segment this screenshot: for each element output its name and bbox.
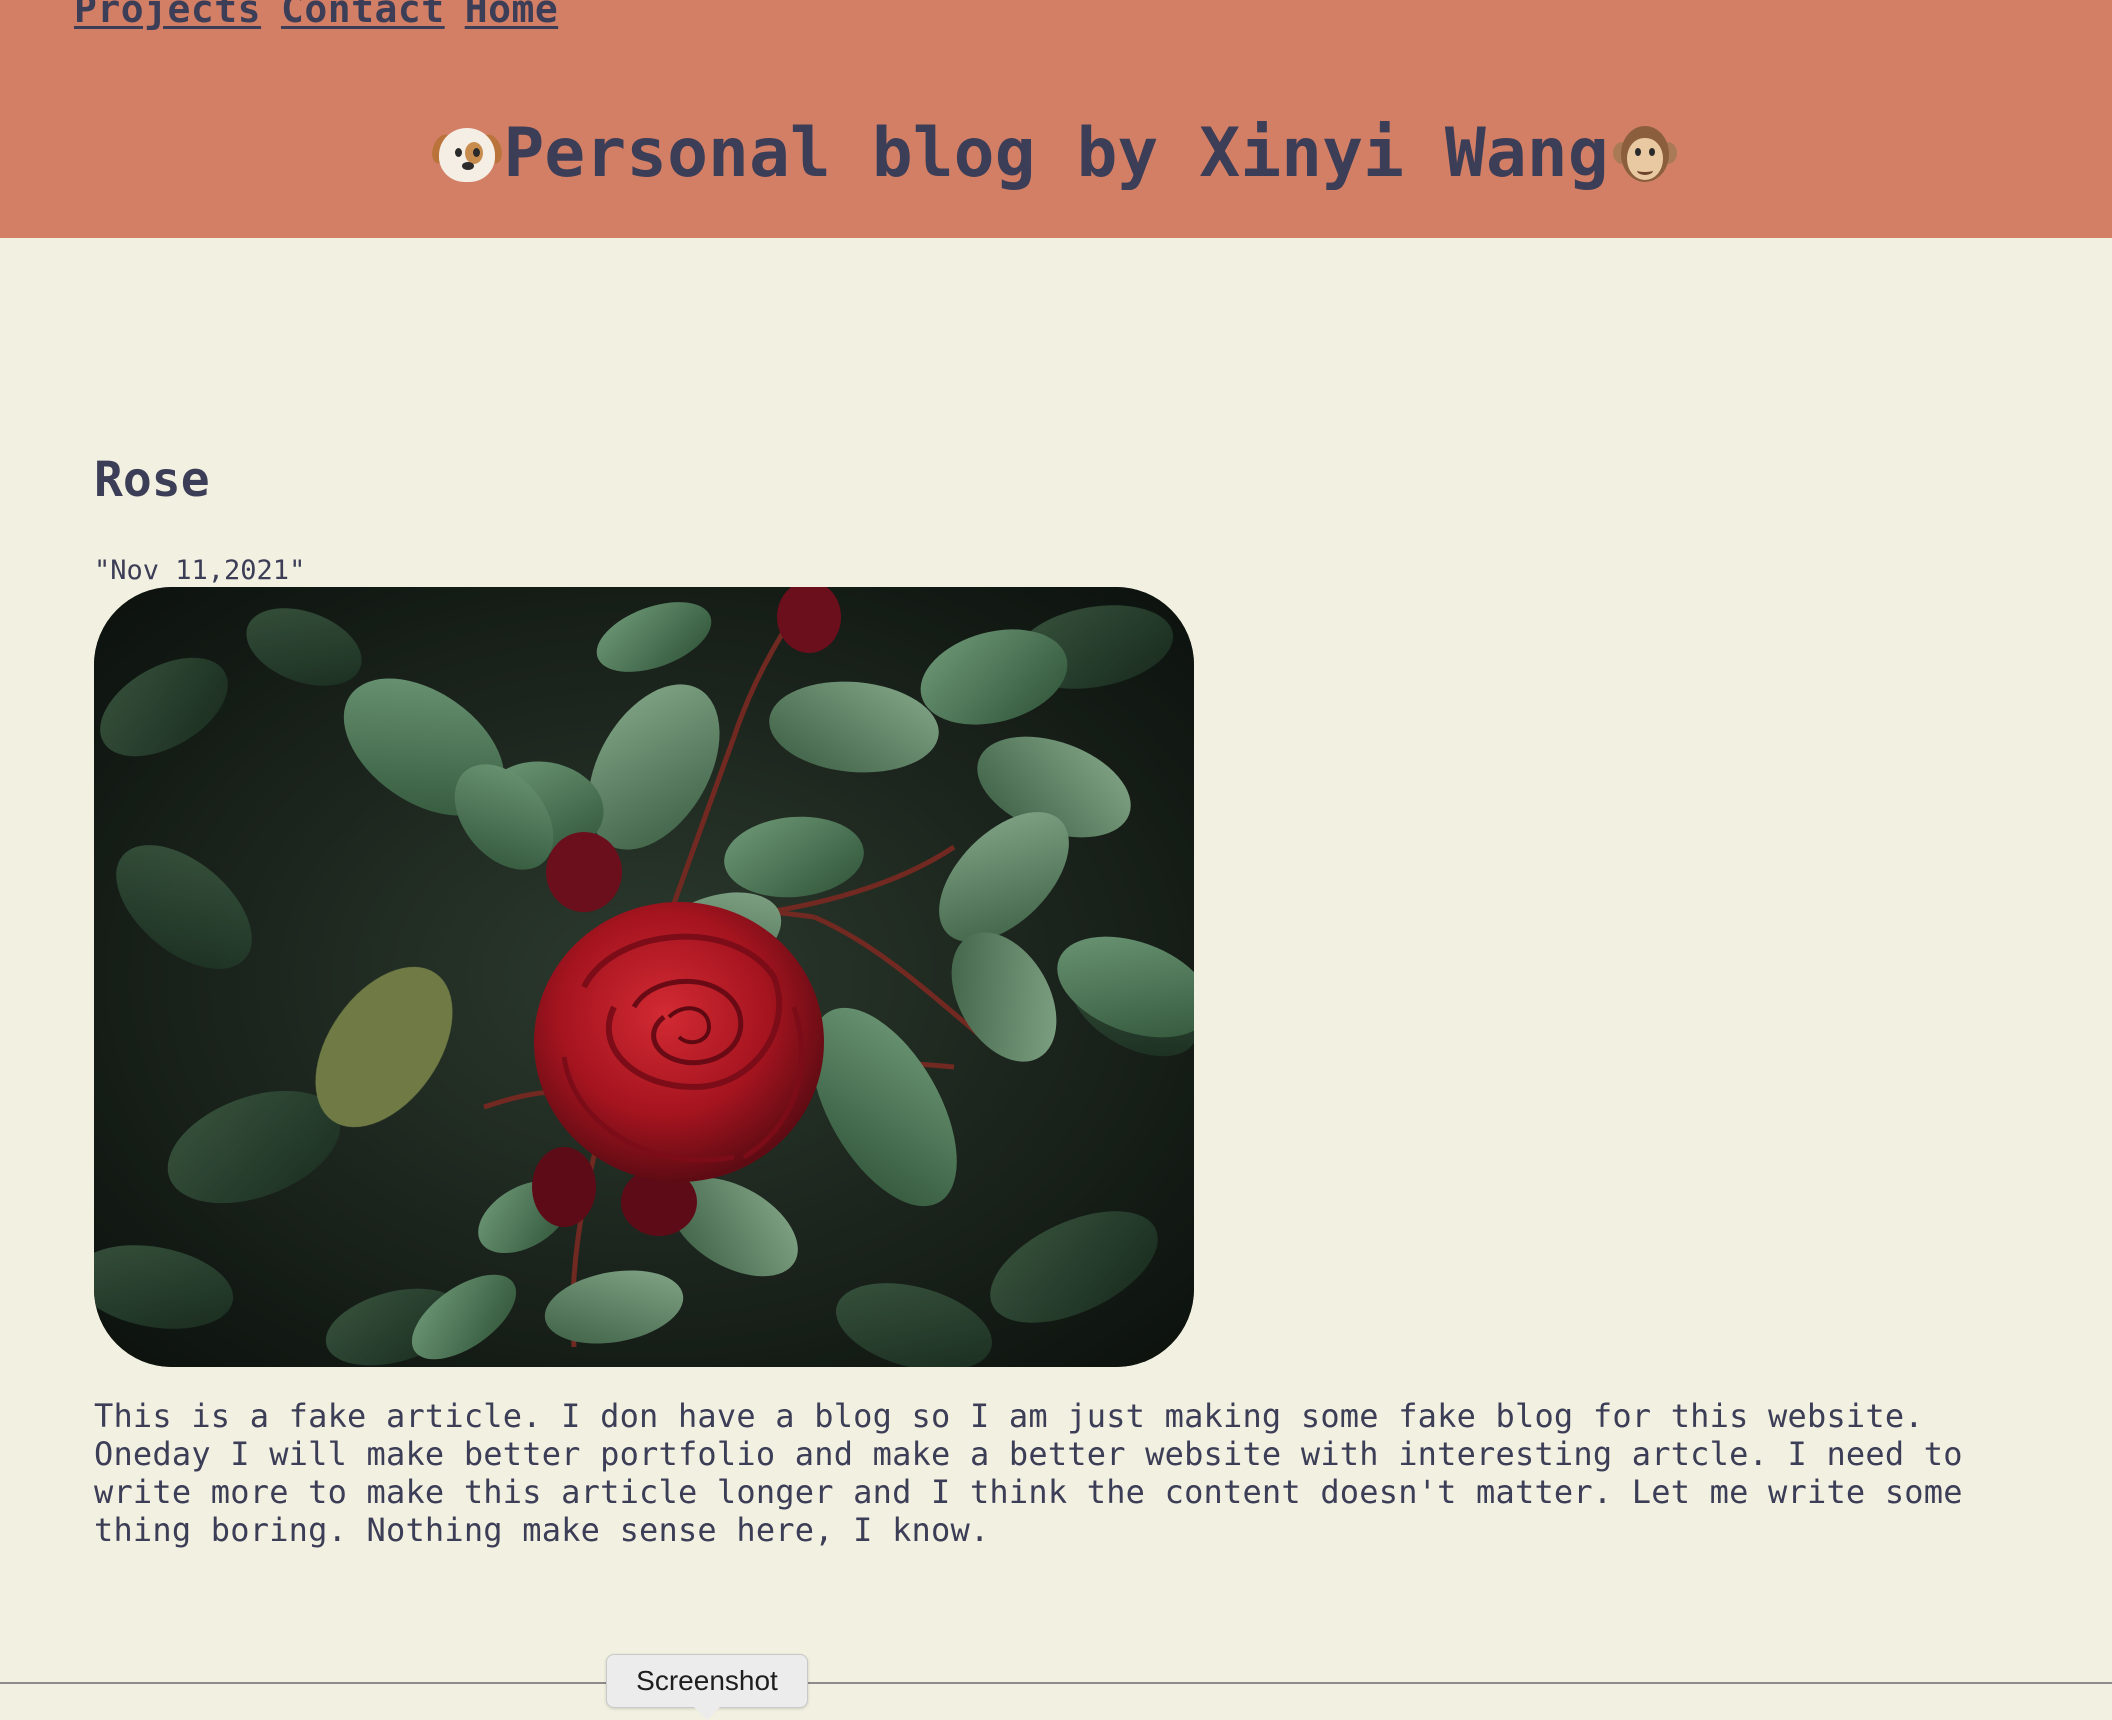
tooltip-caret-icon: [693, 1706, 721, 1720]
post-image: [94, 587, 1194, 1367]
nav-link-contact[interactable]: Contact: [281, 0, 445, 32]
page-divider: [0, 1682, 2112, 1684]
site-title-row: Personal blog by Xinyi Wang: [0, 112, 2112, 196]
nav-link-home[interactable]: Home: [465, 0, 559, 32]
site-header: Projects Contact Home Personal blog by X…: [0, 0, 2112, 238]
post-date: "Nov 11,2021": [94, 555, 306, 586]
monkey-face-icon: [1612, 122, 1677, 186]
dog-face-icon: [428, 122, 506, 186]
nav-link-projects[interactable]: Projects: [74, 0, 261, 32]
post-body: This is a fake article. I don have a blo…: [94, 1397, 1963, 1549]
post-title: Rose: [94, 452, 210, 508]
top-nav: Projects Contact Home: [74, 0, 558, 32]
site-title: Personal blog by Xinyi Wang: [503, 114, 1609, 193]
screenshot-tooltip: Screenshot: [606, 1654, 808, 1708]
rose-photo: [94, 587, 1194, 1367]
